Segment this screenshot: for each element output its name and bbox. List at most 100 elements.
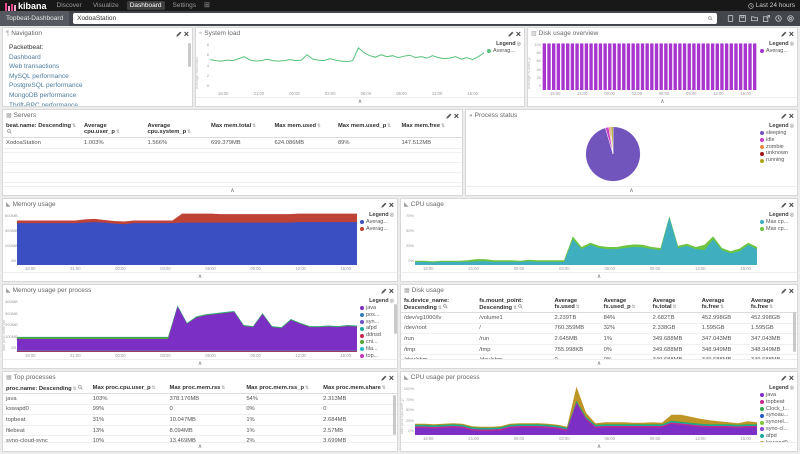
save-icon[interactable]: [739, 15, 746, 22]
share-icon[interactable]: [763, 15, 770, 22]
nav-link[interactable]: MongoDB performance: [9, 91, 186, 101]
legend-item[interactable]: java: [360, 305, 394, 312]
collapse-chevron[interactable]: ∧: [358, 99, 362, 105]
close-icon[interactable]: ×: [789, 288, 794, 294]
sort-icon[interactable]: ⇅: [438, 305, 442, 310]
legend-item[interactable]: afpd: [360, 325, 394, 332]
column-header[interactable]: Average cpu.user_p⇅: [81, 121, 144, 138]
edit-icon[interactable]: [781, 375, 787, 381]
close-icon[interactable]: ×: [184, 31, 189, 37]
legend-item[interactable]: Averag...: [760, 48, 794, 55]
sort-icon[interactable]: ⇅: [720, 304, 724, 309]
sort-icon[interactable]: ⇅: [72, 123, 76, 128]
legend-item[interactable]: unknown: [760, 150, 794, 157]
legend-item[interactable]: Averag...: [487, 48, 521, 55]
legend-item[interactable]: pos...: [360, 312, 394, 319]
open-folder-icon[interactable]: [751, 15, 758, 22]
sort-icon[interactable]: ⇅: [152, 385, 156, 390]
column-header[interactable]: Average fs.used_p⇅: [601, 296, 650, 313]
edit-icon[interactable]: [781, 113, 787, 119]
legend-item[interactable]: java: [760, 392, 794, 399]
legend-item[interactable]: running: [760, 157, 794, 164]
legend-item[interactable]: synorel...: [760, 419, 794, 426]
refresh-clock-icon[interactable]: [775, 15, 782, 22]
sort-icon[interactable]: ⇅: [769, 304, 773, 309]
legend-item[interactable]: topbeat: [760, 399, 794, 406]
legend-scrollbar-thumb[interactable]: [394, 304, 397, 334]
scrollbar-thumb[interactable]: [793, 312, 796, 352]
close-icon[interactable]: ×: [789, 375, 794, 381]
tab-settings[interactable]: Settings: [170, 1, 200, 10]
legend-toggle-icon[interactable]: ◎: [517, 41, 521, 47]
sort-icon[interactable]: ⇅: [116, 129, 120, 134]
legend-item[interactable]: synoau...: [760, 412, 794, 419]
collapse-chevron[interactable]: ∧: [198, 444, 202, 450]
collapse-chevron[interactable]: ∧: [597, 361, 601, 367]
time-picker[interactable]: Last 24 hours: [748, 2, 795, 9]
edit-icon[interactable]: [508, 31, 514, 37]
dashboard-title-tab[interactable]: Topbeat-Dashboard: [0, 11, 69, 26]
nav-link[interactable]: Web transactions: [9, 62, 186, 72]
legend-item[interactable]: Max cp...: [760, 219, 794, 226]
column-header[interactable]: proc.name: Descending⇅: [3, 383, 90, 394]
close-icon[interactable]: ×: [789, 31, 794, 37]
edit-icon[interactable]: [781, 31, 787, 37]
column-search-icon[interactable]: [7, 129, 12, 134]
legend-item[interactable]: Averag...: [360, 226, 394, 233]
legend-item[interactable]: afpd: [760, 433, 794, 440]
scrollbar-thumb[interactable]: [393, 395, 396, 435]
nav-link[interactable]: Dashboard: [9, 53, 186, 63]
kibana-logo[interactable]: kibana: [5, 1, 47, 11]
close-icon[interactable]: ×: [789, 202, 794, 208]
collapse-chevron[interactable]: ∧: [198, 274, 202, 280]
search-icon[interactable]: [708, 16, 713, 21]
legend-toggle-icon[interactable]: ◎: [390, 212, 394, 218]
sort-icon[interactable]: ⇅: [252, 123, 256, 128]
edit-icon[interactable]: [381, 375, 387, 381]
legend-item[interactable]: Clock_t...: [760, 406, 794, 413]
edit-icon[interactable]: [381, 288, 387, 294]
legend-item[interactable]: sleeping: [760, 130, 794, 137]
column-header[interactable]: fs.mount_point: Descending⇅: [476, 296, 551, 313]
column-header[interactable]: Average fs.total⇅: [650, 296, 699, 313]
sort-icon[interactable]: ⇅: [305, 385, 309, 390]
tab-dashboard[interactable]: Dashboard: [127, 1, 165, 10]
sort-icon[interactable]: ⇅: [632, 304, 636, 309]
column-header[interactable]: Max proc.mem.rss⇅: [167, 383, 244, 394]
collapse-chevron[interactable]: ∧: [198, 361, 202, 367]
nav-link[interactable]: Thrift-RPC performance: [9, 101, 186, 106]
new-dashboard-icon[interactable]: [727, 15, 734, 22]
collapse-chevron[interactable]: ∧: [597, 444, 601, 450]
sort-icon[interactable]: ⇅: [317, 123, 321, 128]
column-search-icon[interactable]: [78, 385, 83, 390]
legend-toggle-icon[interactable]: ◎: [790, 212, 794, 218]
close-icon[interactable]: ×: [516, 31, 521, 37]
edit-icon[interactable]: [781, 202, 787, 208]
legend-item[interactable]: Max cp...: [760, 226, 794, 233]
column-header[interactable]: Max mem.used⇅: [271, 121, 334, 138]
scrollbar-thumb[interactable]: [188, 43, 191, 67]
sort-icon[interactable]: ⇅: [387, 123, 391, 128]
close-icon[interactable]: ×: [389, 288, 394, 294]
tab-discover[interactable]: Discover: [54, 1, 85, 10]
sort-icon[interactable]: ⇅: [441, 123, 445, 128]
column-header[interactable]: beat.name: Descending⇅: [3, 121, 81, 138]
column-header[interactable]: Average fs.free⇅: [699, 296, 748, 313]
column-header[interactable]: Max mem.used_p⇅: [335, 121, 398, 138]
close-icon[interactable]: ×: [389, 202, 394, 208]
sort-icon[interactable]: ⇅: [382, 385, 386, 390]
legend-item[interactable]: kswapd0: [760, 440, 794, 442]
column-header[interactable]: Max proc.mem.rss_p⇅: [243, 383, 320, 394]
legend-toggle-icon[interactable]: ◎: [790, 123, 794, 129]
column-header[interactable]: fs.device_name: Descending⇅: [401, 296, 476, 313]
sort-icon[interactable]: ⇅: [673, 304, 677, 309]
apps-grid-icon[interactable]: ⊞: [204, 2, 210, 9]
nav-link[interactable]: PostgreSQL performance: [9, 81, 186, 91]
column-header[interactable]: Average fs.used⇅: [551, 296, 600, 313]
column-header[interactable]: Max proc.cpu.user_p⇅: [90, 383, 167, 394]
legend-toggle-icon[interactable]: ◎: [790, 41, 794, 47]
legend-item[interactable]: idle: [760, 137, 794, 144]
sort-icon[interactable]: ⇅: [513, 305, 517, 310]
legend-item[interactable]: fila...: [360, 346, 394, 353]
legend-item[interactable]: ddnsd: [360, 332, 394, 339]
